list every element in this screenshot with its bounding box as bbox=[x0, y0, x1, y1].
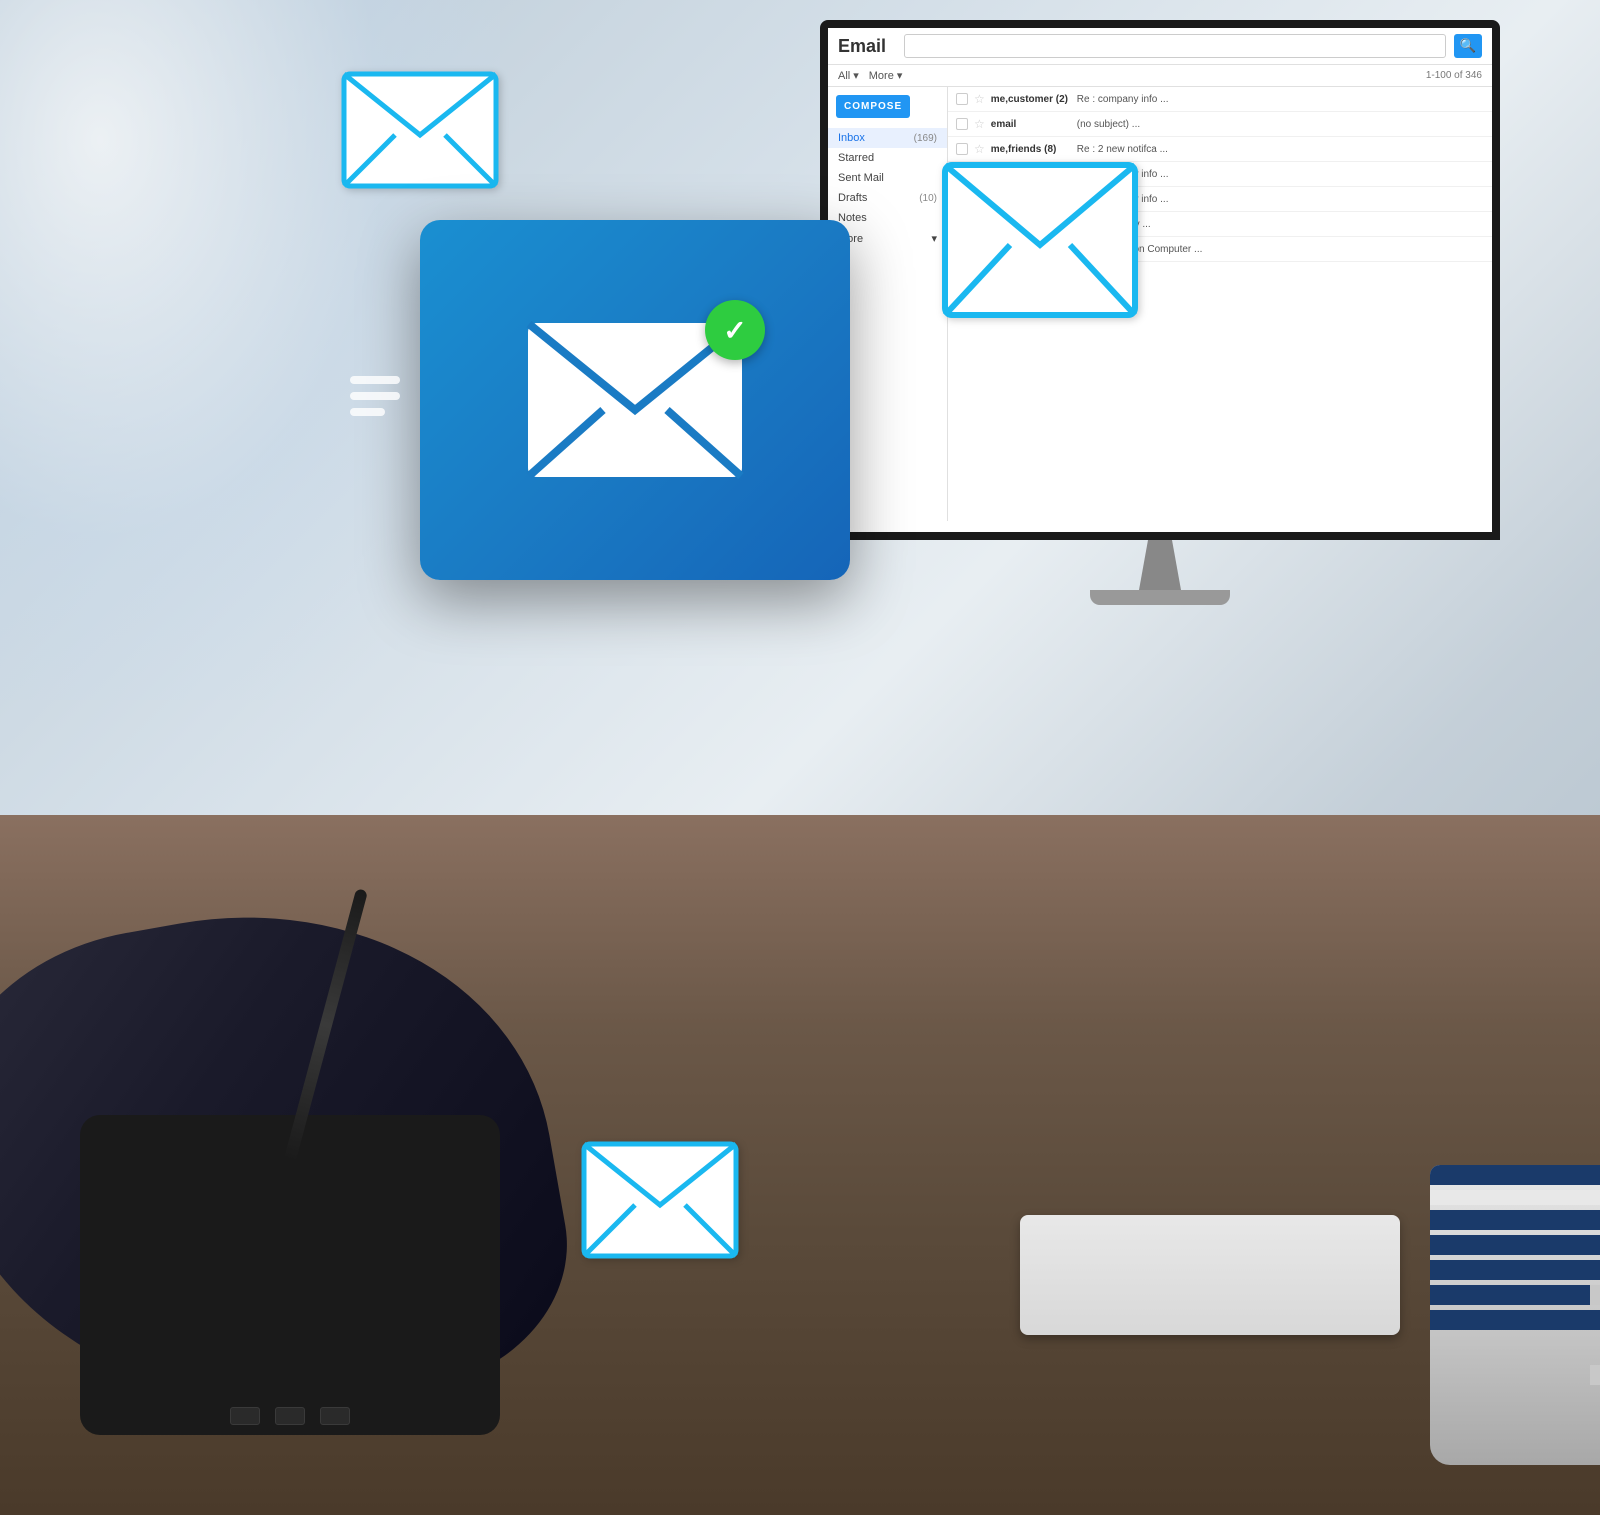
graphics-tablet bbox=[80, 1115, 500, 1435]
coffee-mug bbox=[1380, 1115, 1600, 1465]
tablet-button bbox=[230, 1407, 260, 1425]
sidebar-item-sentmail[interactable]: Sent Mail bbox=[828, 168, 947, 188]
monitor: Email 🔍 All ▾ More ▾ 1-1 bbox=[820, 20, 1500, 620]
chevron-down-icon: ▾ bbox=[853, 69, 859, 82]
envelope-icon bbox=[340, 70, 500, 190]
email-card-lines bbox=[350, 376, 400, 424]
line-decoration bbox=[350, 392, 400, 400]
envelope-top-left bbox=[340, 70, 500, 195]
email-app-title: Email bbox=[838, 36, 886, 57]
person-area bbox=[0, 615, 700, 1515]
email-body: COMPOSE Inbox (169) Starred Sent Mail D bbox=[828, 87, 1492, 521]
monitor-stand bbox=[1130, 540, 1190, 590]
envelope-bottom-center bbox=[580, 1140, 740, 1265]
main-envelope: ✓ bbox=[525, 320, 745, 480]
envelope-icon bbox=[940, 160, 1140, 320]
table-row[interactable]: ☆ email (no subject) ... bbox=[948, 112, 1492, 137]
tablet-button bbox=[275, 1407, 305, 1425]
monitor-screen: Email 🔍 All ▾ More ▾ 1-1 bbox=[820, 20, 1500, 540]
email-checkbox[interactable] bbox=[956, 143, 968, 155]
email-checkbox[interactable] bbox=[956, 93, 968, 105]
search-icon: 🔍 bbox=[1460, 38, 1477, 54]
compose-button[interactable]: COMPOSE bbox=[836, 95, 910, 118]
checkmark-icon: ✓ bbox=[723, 314, 746, 347]
envelope-top-right bbox=[940, 160, 1140, 325]
email-toolbar: All ▾ More ▾ 1-100 of 346 bbox=[828, 65, 1492, 87]
sidebar-item-starred[interactable]: Starred bbox=[828, 148, 947, 168]
chevron-down-icon: ▾ bbox=[897, 69, 903, 82]
search-button[interactable]: 🔍 bbox=[1454, 34, 1482, 58]
mug-handle bbox=[1590, 1285, 1600, 1385]
line-decoration bbox=[350, 408, 385, 416]
email-count: 1-100 of 346 bbox=[1426, 70, 1482, 81]
email-client: Email 🔍 All ▾ More ▾ 1-1 bbox=[828, 28, 1492, 532]
star-icon[interactable]: ☆ bbox=[974, 142, 985, 156]
email-header: Email 🔍 bbox=[828, 28, 1492, 65]
sidebar-item-drafts[interactable]: Drafts (10) bbox=[828, 188, 947, 208]
envelope-icon bbox=[580, 1140, 740, 1260]
tablet-button bbox=[320, 1407, 350, 1425]
monitor-base bbox=[1090, 590, 1230, 605]
sidebar-item-notes[interactable]: Notes bbox=[828, 208, 947, 228]
star-icon[interactable]: ☆ bbox=[974, 92, 985, 106]
sidebar-item-inbox[interactable]: Inbox (169) bbox=[828, 128, 947, 148]
email-checkbox[interactable] bbox=[956, 118, 968, 130]
all-filter-button[interactable]: All ▾ bbox=[838, 69, 859, 82]
search-input[interactable] bbox=[904, 34, 1446, 58]
screen-display: Email 🔍 All ▾ More ▾ 1-1 bbox=[828, 28, 1492, 532]
table-row[interactable]: ☆ me,friends (8) Re : 2 new notifca ... bbox=[948, 137, 1492, 162]
keyboard bbox=[1020, 1215, 1400, 1335]
check-badge: ✓ bbox=[705, 300, 765, 360]
table-row[interactable]: ☆ me,customer (2) Re : company info ... bbox=[948, 87, 1492, 112]
star-icon[interactable]: ☆ bbox=[974, 117, 985, 131]
chevron-down-icon: ▾ bbox=[931, 232, 937, 245]
email-card: ✓ bbox=[420, 220, 850, 580]
more-filter-button[interactable]: More ▾ bbox=[869, 69, 903, 82]
line-decoration bbox=[350, 376, 400, 384]
